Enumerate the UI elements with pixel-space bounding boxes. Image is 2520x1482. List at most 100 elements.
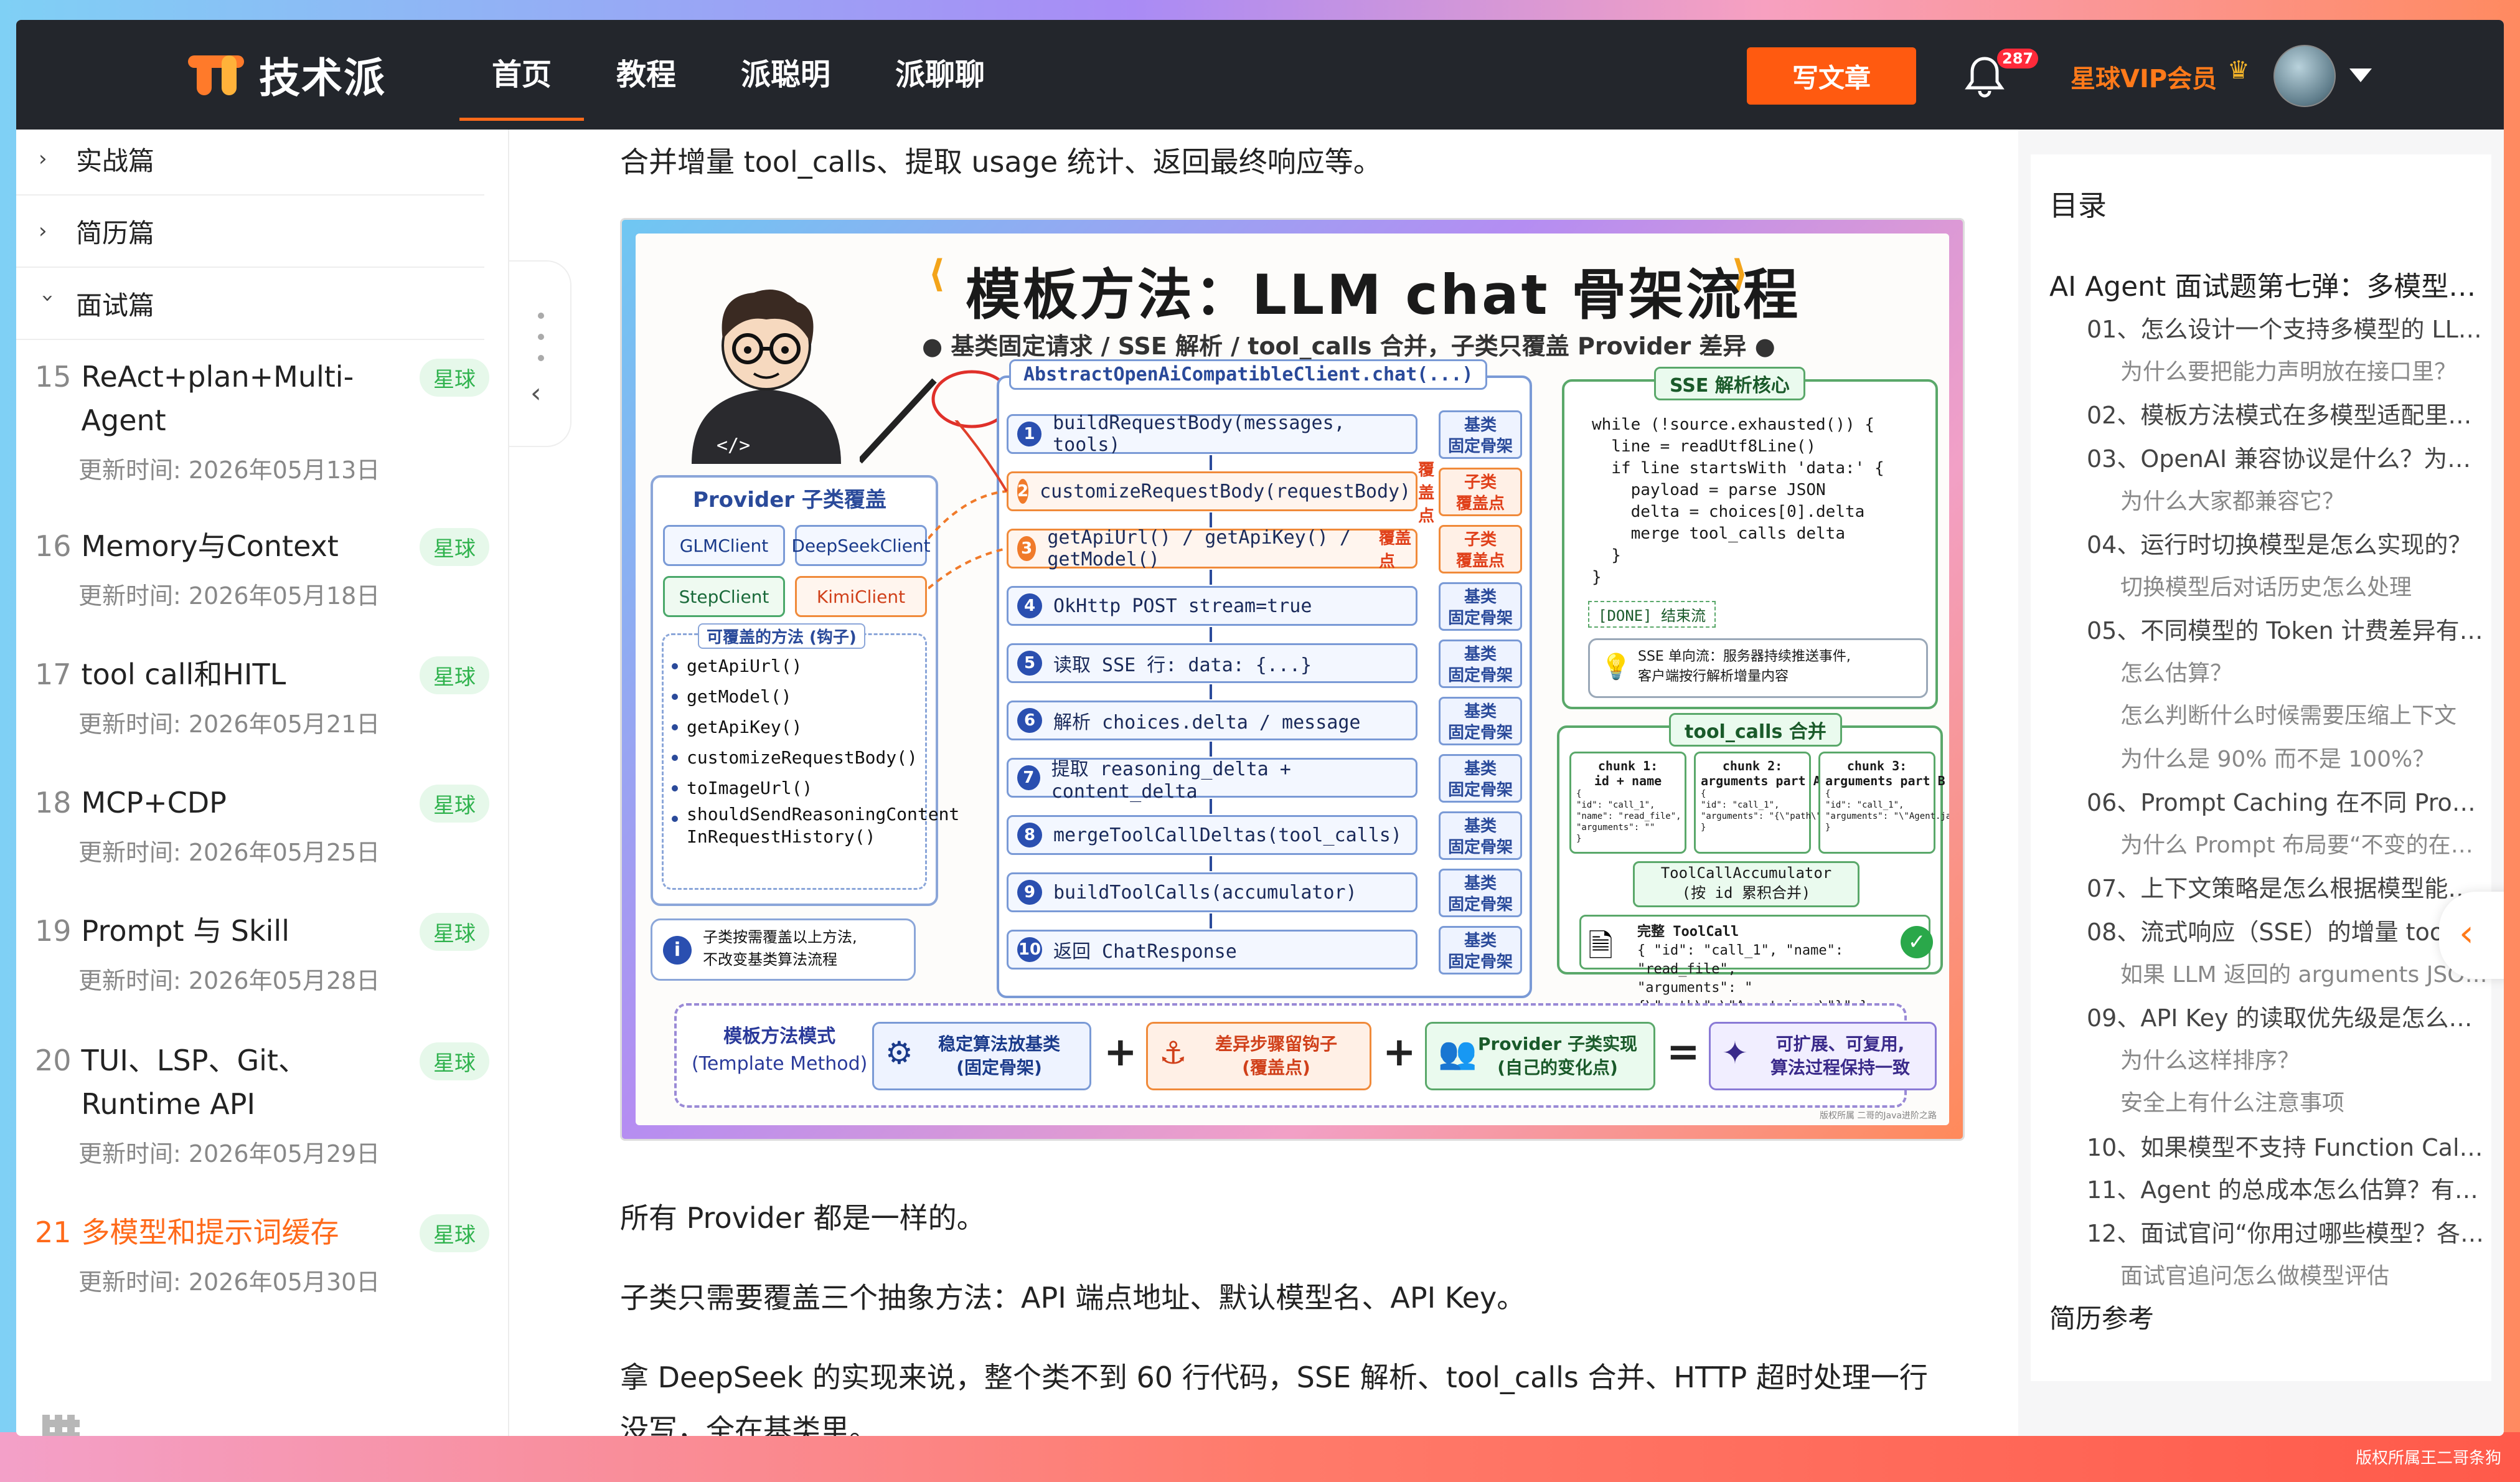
article-number: 19 <box>35 914 72 948</box>
nav-tab-tutorials[interactable]: 教程 <box>584 20 708 130</box>
toc-item[interactable]: AI Agent 面试题第七弹：多模型和提示词缓存 <box>2049 264 2479 304</box>
toc-item[interactable]: 为什么这样排序？ <box>2120 1042 2488 1075</box>
category-label: 实战篇 <box>76 145 155 176</box>
override-arrows <box>928 420 1008 590</box>
toc-item[interactable]: 为什么大家都兼容它？ <box>2120 483 2488 516</box>
code-line: } <box>1592 568 1602 587</box>
vip-member-link[interactable]: 星球VIP会员 <box>2071 59 2217 95</box>
toc-item[interactable]: 面试官追问怎么做模型评估 <box>2120 1258 2488 1290</box>
toc-item[interactable]: 07、上下文策略是怎么根据模型能力调整的？ <box>2087 869 2485 904</box>
article-title: MCP+CDP <box>81 786 227 819</box>
flow-arrow <box>1210 684 1212 699</box>
toc-item[interactable]: 09、API Key 的读取优先级是怎么设计的？ <box>2087 999 2485 1033</box>
flow-arrow <box>1210 455 1212 470</box>
sidebar-article-16[interactable]: 16 Memory与Context 更新时间: 2026年05月18日 星球 <box>35 524 496 611</box>
site-logo[interactable]: 技术派 <box>188 50 386 102</box>
sidebar-article-15[interactable]: 15 ReAct+plan+Multi- Agent 更新时间: 2026年05月1… <box>35 355 496 485</box>
lightbulb-icon: 💡 <box>1601 653 1632 681</box>
flow-step-7: 7 提取 reasoning_delta + content_delta <box>1007 758 1418 803</box>
flow-step-6: 6 解析 choices.delta / message <box>1007 701 1418 740</box>
toc-item[interactable]: 怎么估算？ <box>2120 655 2488 687</box>
nav-tab-home[interactable]: 首页 <box>459 20 585 130</box>
provider-kimi: KimiClient <box>795 576 927 617</box>
code-line: } <box>1592 546 1621 565</box>
table-of-contents: 目录 AI Agent 面试题第七弹：多模型和提示词缓存 01、怎么设计一个支持… <box>2018 130 2504 1436</box>
flow-step-2: 2 customizeRequestBody(requestBody) 覆盖点 <box>1007 461 1434 526</box>
toc-item[interactable]: 01、怎么设计一个支持多模型的 LLM 客户端？ <box>2087 310 2485 344</box>
toc-item[interactable]: 为什么 Prompt 布局要“不变的在前面”？ <box>2120 827 2488 859</box>
toc-item[interactable]: 安全上有什么注意事项 <box>2120 1085 2488 1117</box>
nav-tab-paicongming[interactable]: 派聪明 <box>708 20 863 130</box>
write-article-button[interactable]: 写文章 <box>1747 47 1916 105</box>
summary-chip-result: ✦ 可扩展、可复用, 算法过程保持一致 <box>1709 1022 1937 1090</box>
sidebar-article-17[interactable]: 17 tool call和HITL 更新时间: 2026年05月21日 星球 <box>35 653 496 739</box>
chevron-down-icon[interactable] <box>2349 68 2372 82</box>
flow-arrow <box>1210 799 1212 814</box>
toc-item[interactable]: 如果 LLM 返回的 arguments JSON 不完整怎么办？ <box>2120 956 2488 989</box>
toc-item[interactable]: 06、Prompt Caching 在不同 Provider 上怎么用？ <box>2087 783 2485 818</box>
summary-chip-hooks: ⚓ 差异步骤留钩子 (覆盖点) <box>1146 1022 1371 1090</box>
toc-item[interactable]: 12、面试官问“你用过哪些模型？各自的优缺点？” <box>2087 1214 2485 1248</box>
planet-tag-badge: 星球 <box>420 1042 489 1080</box>
chevron-left-icon[interactable]: ‹ <box>530 377 542 409</box>
sidebar-article-18[interactable]: 18 MCP+CDP 更新时间: 2026年05月25日 星球 <box>35 781 496 867</box>
sidebar-category-interview[interactable]: › 面试篇 <box>16 268 484 340</box>
toc-item[interactable]: 为什么要把能力声明放在接口里？ <box>2120 354 2488 386</box>
toc-item[interactable]: 03、OpenAI 兼容协议是什么？为什么大家都兼容它？ <box>2087 440 2485 474</box>
toc-item[interactable]: 简历参考 <box>2049 1298 2479 1336</box>
code-line: merge tool_calls delta <box>1592 524 1845 543</box>
info-icon: i <box>663 936 692 965</box>
toc-item[interactable]: 切换模型后对话历史怎么处理 <box>2120 569 2488 602</box>
hook-item: getApiUrl() <box>670 651 919 681</box>
spark-decoration-icon: ⟨ <box>928 252 946 296</box>
chevron-right-icon: › <box>39 146 47 171</box>
toc-item[interactable]: 怎么判断什么时候需要压缩上下文 <box>2120 697 2488 730</box>
sidebar-category-resume[interactable]: › 简历篇 <box>16 196 484 268</box>
sidebar-article-20[interactable]: 20 TUI、LSP、Git、 Runtime API 更新时间: 2026年05月… <box>35 1039 496 1169</box>
svg-text:</>: </> <box>717 435 750 456</box>
article-date: 更新时间: 2026年05月13日 <box>78 456 380 484</box>
plus-operator: + <box>1104 1029 1137 1075</box>
provider-step: StepClient <box>663 576 785 617</box>
tutorial-sidebar: › 实战篇 › 简历篇 › 面试篇 15 ReAct+plan+Multi- Age… <box>16 130 509 1436</box>
toc-item[interactable]: 10、如果模型不支持 Function Calling 怎么办？ <box>2087 1128 2485 1163</box>
toc-item[interactable]: 04、运行时切换模型是怎么实现的？ <box>2087 526 2485 560</box>
hook-item: shouldSendReasoningContent InRequestHist… <box>670 803 959 848</box>
check-icon: ✓ <box>1901 926 1933 958</box>
nav-tabs: 首页 教程 派聪明 派聊聊 <box>459 20 1017 130</box>
nav-tab-pailiaoliao[interactable]: 派聊聊 <box>863 20 1017 130</box>
plus-operator: + <box>1383 1029 1416 1075</box>
toc-item[interactable]: 02、模板方法模式在多模型适配里怎么用？ <box>2087 396 2485 430</box>
flow-step-5: 5 读取 SSE 行: data: {...} <box>1007 643 1418 683</box>
chevron-down-icon: › <box>35 294 60 303</box>
provider-deepseek: DeepSeekClient <box>791 525 931 566</box>
user-avatar[interactable] <box>2273 45 2336 107</box>
qr-code-icon[interactable] <box>42 1415 80 1436</box>
article-number: 18 <box>35 786 72 819</box>
info-note: 子类按需覆盖以上方法, 不改变基类算法流程 <box>703 928 857 968</box>
article-date: 更新时间: 2026年05月30日 <box>78 1268 380 1296</box>
sidebar-category-practice[interactable]: › 实战篇 <box>16 123 484 196</box>
sse-note: SSE 单向流：服务器持续推送事件, 客户端按行解析增量内容 <box>1638 649 1851 684</box>
sidebar-article-19[interactable]: 19 Prompt 与 Skill 更新时间: 2026年05月28日 星球 <box>35 909 496 996</box>
flow-step-8: 8 mergeToolCallDeltas(tool_calls) <box>1007 815 1418 855</box>
puzzle-icon: ✦ <box>1722 1035 1748 1071</box>
step-badge-9: 基类 固定骨架 <box>1439 869 1522 917</box>
toc-title: 目录 <box>2049 189 2107 222</box>
sse-core-title: SSE 解析核心 <box>1654 367 1805 400</box>
flow-arrow <box>1210 856 1212 871</box>
toc-item[interactable]: 05、不同模型的 Token 计费差异有多大？ <box>2087 611 2485 646</box>
step-badge-6: 基类 固定骨架 <box>1439 697 1522 745</box>
equals-operator: = <box>1667 1029 1700 1075</box>
paragraph: 拿 DeepSeek 的实现来说，整个类不到 60 行代码，SSE 解析、too… <box>620 1361 1928 1436</box>
step-badge-5: 基类 固定骨架 <box>1439 640 1522 688</box>
toc-item[interactable]: 为什么是 90% 而不是 100%？ <box>2120 741 2488 773</box>
sse-code-block: while (!source.exhausted()) { line = rea… <box>1592 414 1884 588</box>
step-badge-8: 基类 固定骨架 <box>1439 811 1522 860</box>
toc-item[interactable]: 08、流式响应（SSE）的增量 tool_calls 怎么合并？ <box>2087 913 2485 947</box>
toc-item[interactable]: 11、Agent 的总成本怎么估算？有哪些优化手段？ <box>2087 1171 2485 1205</box>
category-label: 面试篇 <box>76 290 155 321</box>
flow-step-10: 10 返回 ChatResponse <box>1007 930 1418 970</box>
floating-expand-tab[interactable]: ‹ <box>2439 892 2504 979</box>
sidebar-article-21[interactable]: 21 多模型和提示词缓存 更新时间: 2026年05月30日 星球 <box>35 1211 496 1297</box>
